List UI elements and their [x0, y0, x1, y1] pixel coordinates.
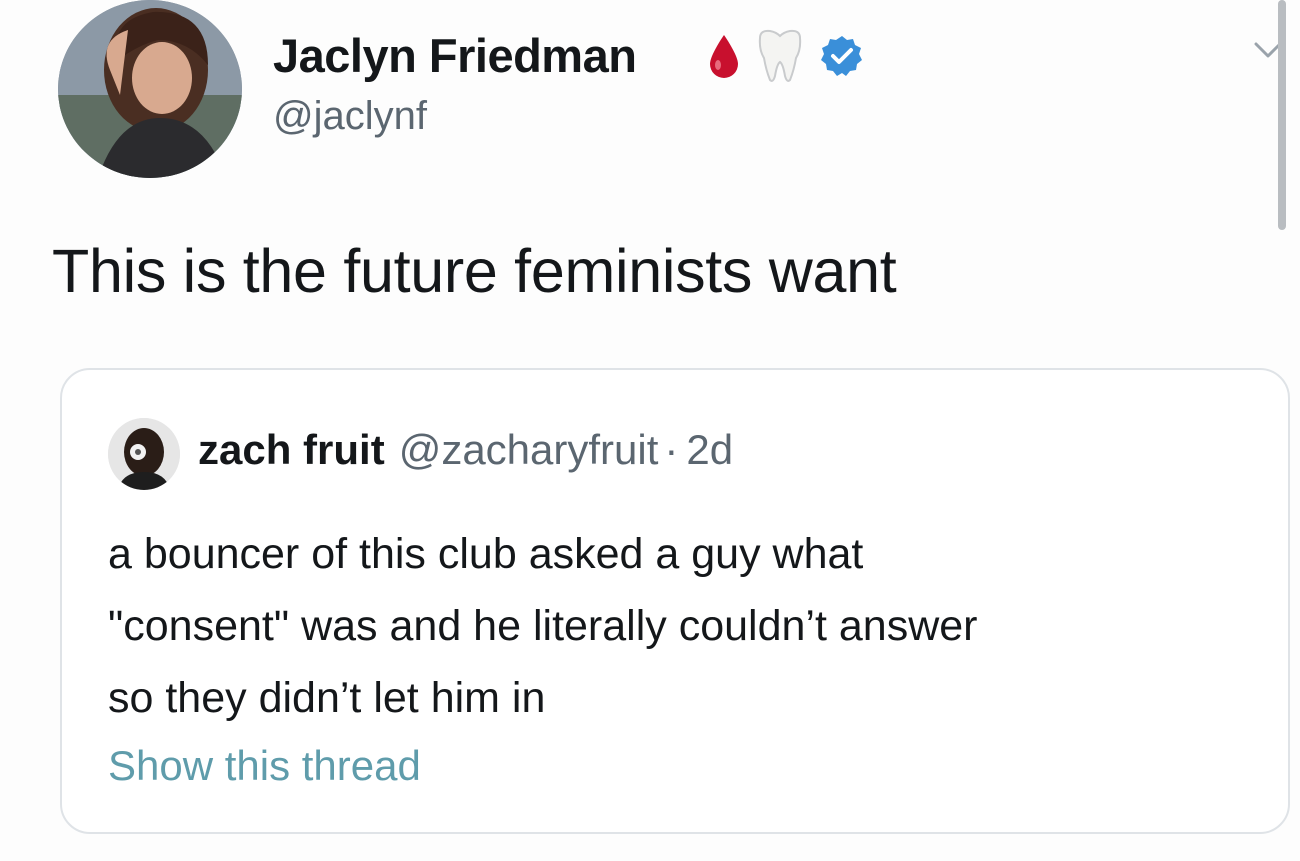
author-name-emojis	[708, 28, 864, 88]
separator-dot: ·	[664, 426, 679, 473]
tooth-icon	[752, 28, 808, 89]
quoted-author-name[interactable]: zach fruit	[198, 426, 385, 474]
quoted-tweet-line: "consent" was and he literally couldn’t …	[108, 602, 978, 650]
quoted-tweet-line: so they didn’t let him in	[108, 674, 546, 722]
scrollbar[interactable]	[1278, 0, 1286, 230]
quoted-tweet-card[interactable]: zach fruit @zacharyfruit · 2d a bouncer …	[60, 368, 1290, 834]
quoted-tweet-text: a bouncer of this club asked a guy what …	[108, 518, 978, 734]
author-name[interactable]: Jaclyn Friedman	[273, 28, 637, 83]
tweet-text: This is the future feminists want	[52, 237, 897, 305]
verified-badge-icon	[820, 34, 864, 83]
author-handle[interactable]: @jaclynf	[273, 94, 427, 139]
author-avatar[interactable]	[58, 0, 242, 178]
show-thread-link[interactable]: Show this thread	[108, 742, 421, 790]
quoted-author-avatar[interactable]	[108, 418, 180, 490]
quoted-tweet-line: a bouncer of this club asked a guy what	[108, 530, 864, 578]
quoted-author-handle[interactable]: @zacharyfruit	[399, 426, 659, 474]
quoted-tweet-time[interactable]: 2d	[686, 426, 733, 474]
tweet-screenshot: Jaclyn Friedman @jaclynf This is the fut…	[0, 0, 1300, 861]
quoted-tweet-header: zach fruit @zacharyfruit · 2d	[198, 426, 733, 474]
blood-drop-icon	[708, 33, 740, 84]
